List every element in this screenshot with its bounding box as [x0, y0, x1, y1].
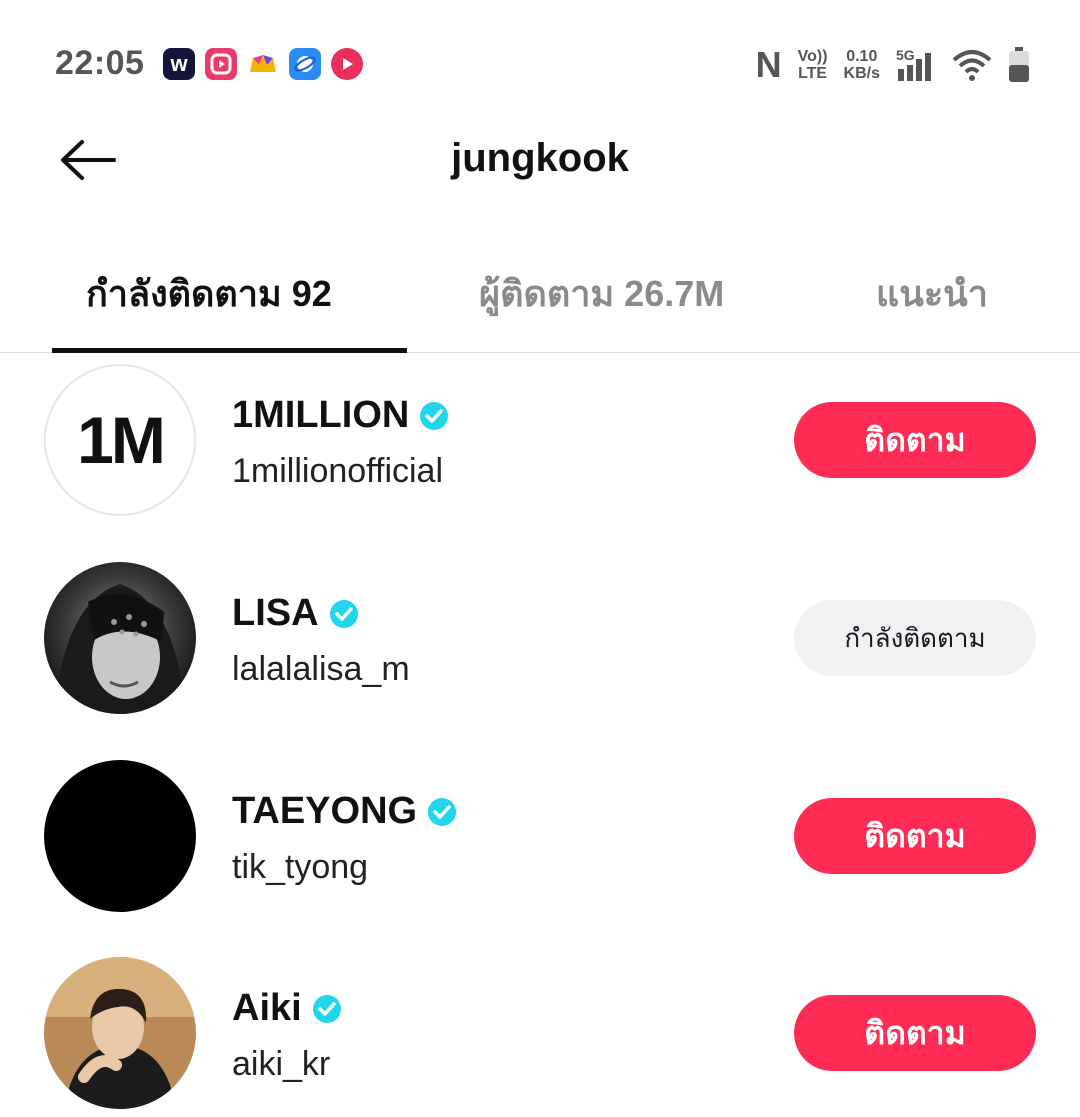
- battery-icon: [1009, 47, 1029, 82]
- verified-badge-icon: [428, 797, 457, 826]
- tab-following[interactable]: กำลังติดตาม 92: [86, 265, 332, 322]
- user-name-line: 1MILLION: [232, 394, 449, 437]
- user-name: Aiki: [232, 987, 302, 1029]
- verified-badge-icon: [329, 599, 358, 628]
- nfc-icon: N: [755, 44, 782, 85]
- status-bar: 22:05 w N Vo)) LTE 0.10 KB/s 5G: [0, 0, 1080, 120]
- avatar-logo-text: 1M: [77, 403, 166, 477]
- active-tab-indicator: [52, 348, 407, 353]
- list-item[interactable]: 1M 1MILLION 1millionofficial ติดตาม: [0, 364, 1080, 524]
- status-time: 22:05: [55, 44, 145, 82]
- speed-unit: KB/s: [843, 65, 880, 82]
- following-button[interactable]: กำลังติดตาม: [794, 600, 1036, 676]
- tab-followers[interactable]: ผู้ติดตาม 26.7M: [479, 265, 724, 322]
- user-name: TAEYONG: [232, 790, 418, 832]
- user-handle: 1millionofficial: [232, 452, 444, 490]
- signal-indicator: 5G: [896, 47, 936, 83]
- user-name: 1MILLION: [232, 394, 410, 436]
- page-title: jungkook: [451, 136, 629, 180]
- volte-indicator: Vo)) LTE: [798, 48, 828, 82]
- user-name-line: TAEYONG: [232, 790, 457, 833]
- speed-value: 0.10: [846, 48, 878, 65]
- verified-badge-icon: [312, 994, 341, 1023]
- notification-app-icons: w: [163, 48, 363, 80]
- tab-bar: กำลังติดตาม 92 ผู้ติดตาม 26.7M แนะนำ: [0, 255, 1080, 353]
- user-handle: tik_tyong: [232, 848, 369, 886]
- avatar[interactable]: 1M: [44, 364, 196, 516]
- user-name-line: LISA: [232, 592, 359, 635]
- avatar[interactable]: [44, 957, 196, 1109]
- page-header: jungkook: [0, 120, 1080, 210]
- verified-badge-icon: [420, 401, 449, 430]
- crown-app-icon: [247, 48, 279, 80]
- user-handle: aiki_kr: [232, 1045, 331, 1083]
- user-handle: lalalalisa_m: [232, 650, 410, 688]
- play-app-icon: [205, 48, 237, 80]
- list-item[interactable]: LISA lalalalisa_m กำลังติดตาม: [0, 562, 1080, 722]
- user-name-line: Aiki: [232, 987, 342, 1030]
- lte-label: LTE: [798, 65, 828, 82]
- follow-button[interactable]: ติดตาม: [794, 798, 1036, 874]
- w-app-icon: w: [163, 48, 195, 80]
- planet-app-icon: [289, 48, 321, 80]
- follow-button[interactable]: ติดตาม: [794, 402, 1036, 478]
- system-status-icons: N Vo)) LTE 0.10 KB/s 5G: [756, 44, 1030, 86]
- list-item[interactable]: Aiki aiki_kr ติดตาม: [0, 957, 1080, 1117]
- signal-bars-icon: [898, 53, 931, 81]
- tab-suggested[interactable]: แนะนำ: [876, 265, 988, 322]
- list-item[interactable]: TAEYONG tik_tyong ติดตาม: [0, 760, 1080, 920]
- wifi-icon: [952, 50, 992, 81]
- avatar[interactable]: [44, 562, 196, 714]
- follow-button[interactable]: ติดตาม: [794, 995, 1036, 1071]
- user-name: LISA: [232, 592, 319, 634]
- avatar-photo: [44, 562, 196, 714]
- network-speed: 0.10 KB/s: [844, 48, 880, 82]
- volte-label: Vo)): [797, 48, 828, 65]
- music-app-icon: [331, 48, 363, 80]
- avatar[interactable]: [44, 760, 196, 912]
- avatar-photo: [44, 957, 196, 1109]
